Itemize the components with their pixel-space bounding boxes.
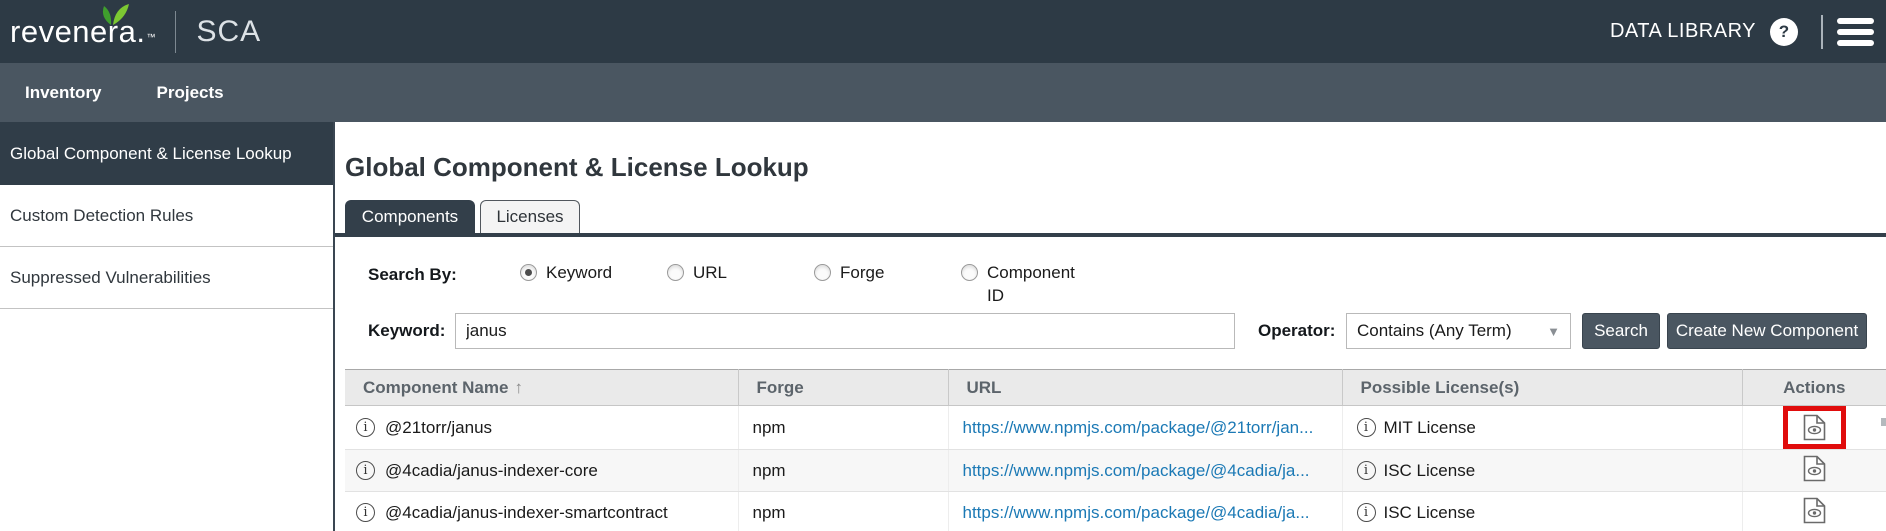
radio-button[interactable]	[814, 264, 831, 281]
radio-option-component-id[interactable]: Component ID	[961, 262, 1108, 310]
license-name: ISC License	[1384, 461, 1476, 481]
column-header-forge[interactable]: Forge	[738, 370, 948, 406]
license-name: MIT License	[1384, 418, 1476, 438]
view-component-details-icon[interactable]	[1803, 414, 1826, 441]
sidebar: Global Component & License Lookup Custom…	[0, 122, 333, 531]
radio-button[interactable]	[961, 264, 978, 281]
data-library-link[interactable]: DATA LIBRARY	[1610, 20, 1756, 43]
operator-dropdown[interactable]: Contains (Any Term) ▼	[1346, 313, 1571, 349]
sidebar-item-label: Global Component & License Lookup	[10, 144, 292, 164]
column-header-component-name[interactable]: Component Name↑	[345, 370, 738, 406]
keyword-label: Keyword:	[368, 321, 455, 341]
component-name: @4cadia/janus-indexer-smartcontract	[385, 503, 668, 523]
tab-bar: Components Licenses	[345, 200, 1886, 233]
component-url-link[interactable]: https://www.npmjs.com/package/@4cadia/ja…	[963, 461, 1310, 480]
chevron-down-icon: ▼	[1547, 324, 1560, 339]
tab-licenses[interactable]: Licenses	[480, 200, 580, 233]
component-url-link[interactable]: https://www.npmjs.com/package/@4cadia/ja…	[963, 503, 1310, 522]
info-icon[interactable]: i	[356, 418, 375, 437]
search-form: Search By: Keyword URL Forge	[345, 262, 1886, 349]
view-component-details-icon[interactable]	[1803, 455, 1826, 482]
radio-label: URL	[693, 262, 727, 310]
component-name: @21torr/janus	[385, 418, 492, 438]
search-by-label: Search By:	[368, 262, 520, 310]
red-highlight-box	[1783, 406, 1846, 449]
butterfly-icon	[94, 3, 134, 32]
main-nav: Inventory Projects	[0, 63, 1886, 122]
info-icon[interactable]: i	[356, 461, 375, 480]
sidebar-item-label: Custom Detection Rules	[10, 206, 193, 226]
radio-option-keyword[interactable]: Keyword	[520, 262, 667, 310]
forge-cell: npm	[738, 450, 948, 492]
forge-cell: npm	[738, 406, 948, 450]
radio-option-forge[interactable]: Forge	[814, 262, 961, 310]
operator-label: Operator:	[1258, 321, 1346, 341]
info-icon[interactable]: i	[1357, 503, 1376, 522]
product-name: SCA	[196, 15, 261, 49]
search-button[interactable]: Search	[1582, 313, 1660, 349]
topbar-divider	[1821, 15, 1823, 49]
table-row: i @21torr/janus npm https://www.npmjs.co…	[345, 406, 1886, 450]
hamburger-menu-icon[interactable]	[1837, 18, 1874, 46]
trademark-symbol: ™	[146, 32, 155, 42]
column-header-actions: Actions	[1742, 370, 1886, 406]
sort-ascending-icon: ↑	[514, 378, 523, 397]
tab-components[interactable]: Components	[345, 200, 475, 233]
nav-item-inventory[interactable]: Inventory	[25, 83, 102, 103]
operator-selected-value: Contains (Any Term)	[1357, 321, 1512, 341]
results-table: Component Name↑ Forge URL Possible Licen…	[345, 369, 1886, 531]
radio-button[interactable]	[667, 264, 684, 281]
sidebar-item-label: Suppressed Vulnerabilities	[10, 268, 211, 288]
logo-divider	[175, 11, 176, 53]
page-title: Global Component & License Lookup	[345, 152, 1886, 183]
clipped-ui-artifact	[1881, 418, 1886, 426]
radio-button[interactable]	[520, 264, 537, 281]
main-content: Global Component & License Lookup Compon…	[333, 122, 1886, 531]
revenera-logo: revenera. ™	[10, 14, 155, 50]
help-icon[interactable]: ?	[1770, 18, 1798, 46]
forge-cell: npm	[738, 492, 948, 531]
radio-label: Forge	[840, 262, 884, 310]
sidebar-item-custom-detection-rules[interactable]: Custom Detection Rules	[0, 185, 333, 247]
table-header-row: Component Name↑ Forge URL Possible Licen…	[345, 370, 1886, 406]
info-icon[interactable]: i	[1357, 418, 1376, 437]
radio-label: Component ID	[987, 262, 1082, 310]
create-new-component-button[interactable]: Create New Component	[1667, 313, 1867, 349]
component-name: @4cadia/janus-indexer-core	[385, 461, 598, 481]
column-header-possible-licenses[interactable]: Possible License(s)	[1342, 370, 1742, 406]
radio-label: Keyword	[546, 262, 612, 310]
radio-option-url[interactable]: URL	[667, 262, 814, 310]
sidebar-item-suppressed-vulnerabilities[interactable]: Suppressed Vulnerabilities	[0, 247, 333, 309]
nav-item-projects[interactable]: Projects	[157, 83, 224, 103]
keyword-input[interactable]	[455, 313, 1235, 349]
app-window: revenera. ™ SCA DATA LIBRARY ? Inventory…	[0, 0, 1886, 531]
sidebar-item-global-component-license-lookup[interactable]: Global Component & License Lookup	[0, 122, 333, 185]
component-url-link[interactable]: https://www.npmjs.com/package/@21torr/ja…	[963, 418, 1314, 437]
info-icon[interactable]: i	[356, 503, 375, 522]
view-component-details-icon[interactable]	[1803, 497, 1826, 524]
tab-underline	[335, 233, 1886, 237]
table-row: i @4cadia/janus-indexer-smartcontract np…	[345, 492, 1886, 531]
table-row: i @4cadia/janus-indexer-core npm https:/…	[345, 450, 1886, 492]
info-icon[interactable]: i	[1357, 461, 1376, 480]
license-name: ISC License	[1384, 503, 1476, 523]
topbar-right: DATA LIBRARY ?	[1610, 15, 1878, 49]
top-bar: revenera. ™ SCA DATA LIBRARY ?	[0, 0, 1886, 63]
column-header-url[interactable]: URL	[948, 370, 1342, 406]
